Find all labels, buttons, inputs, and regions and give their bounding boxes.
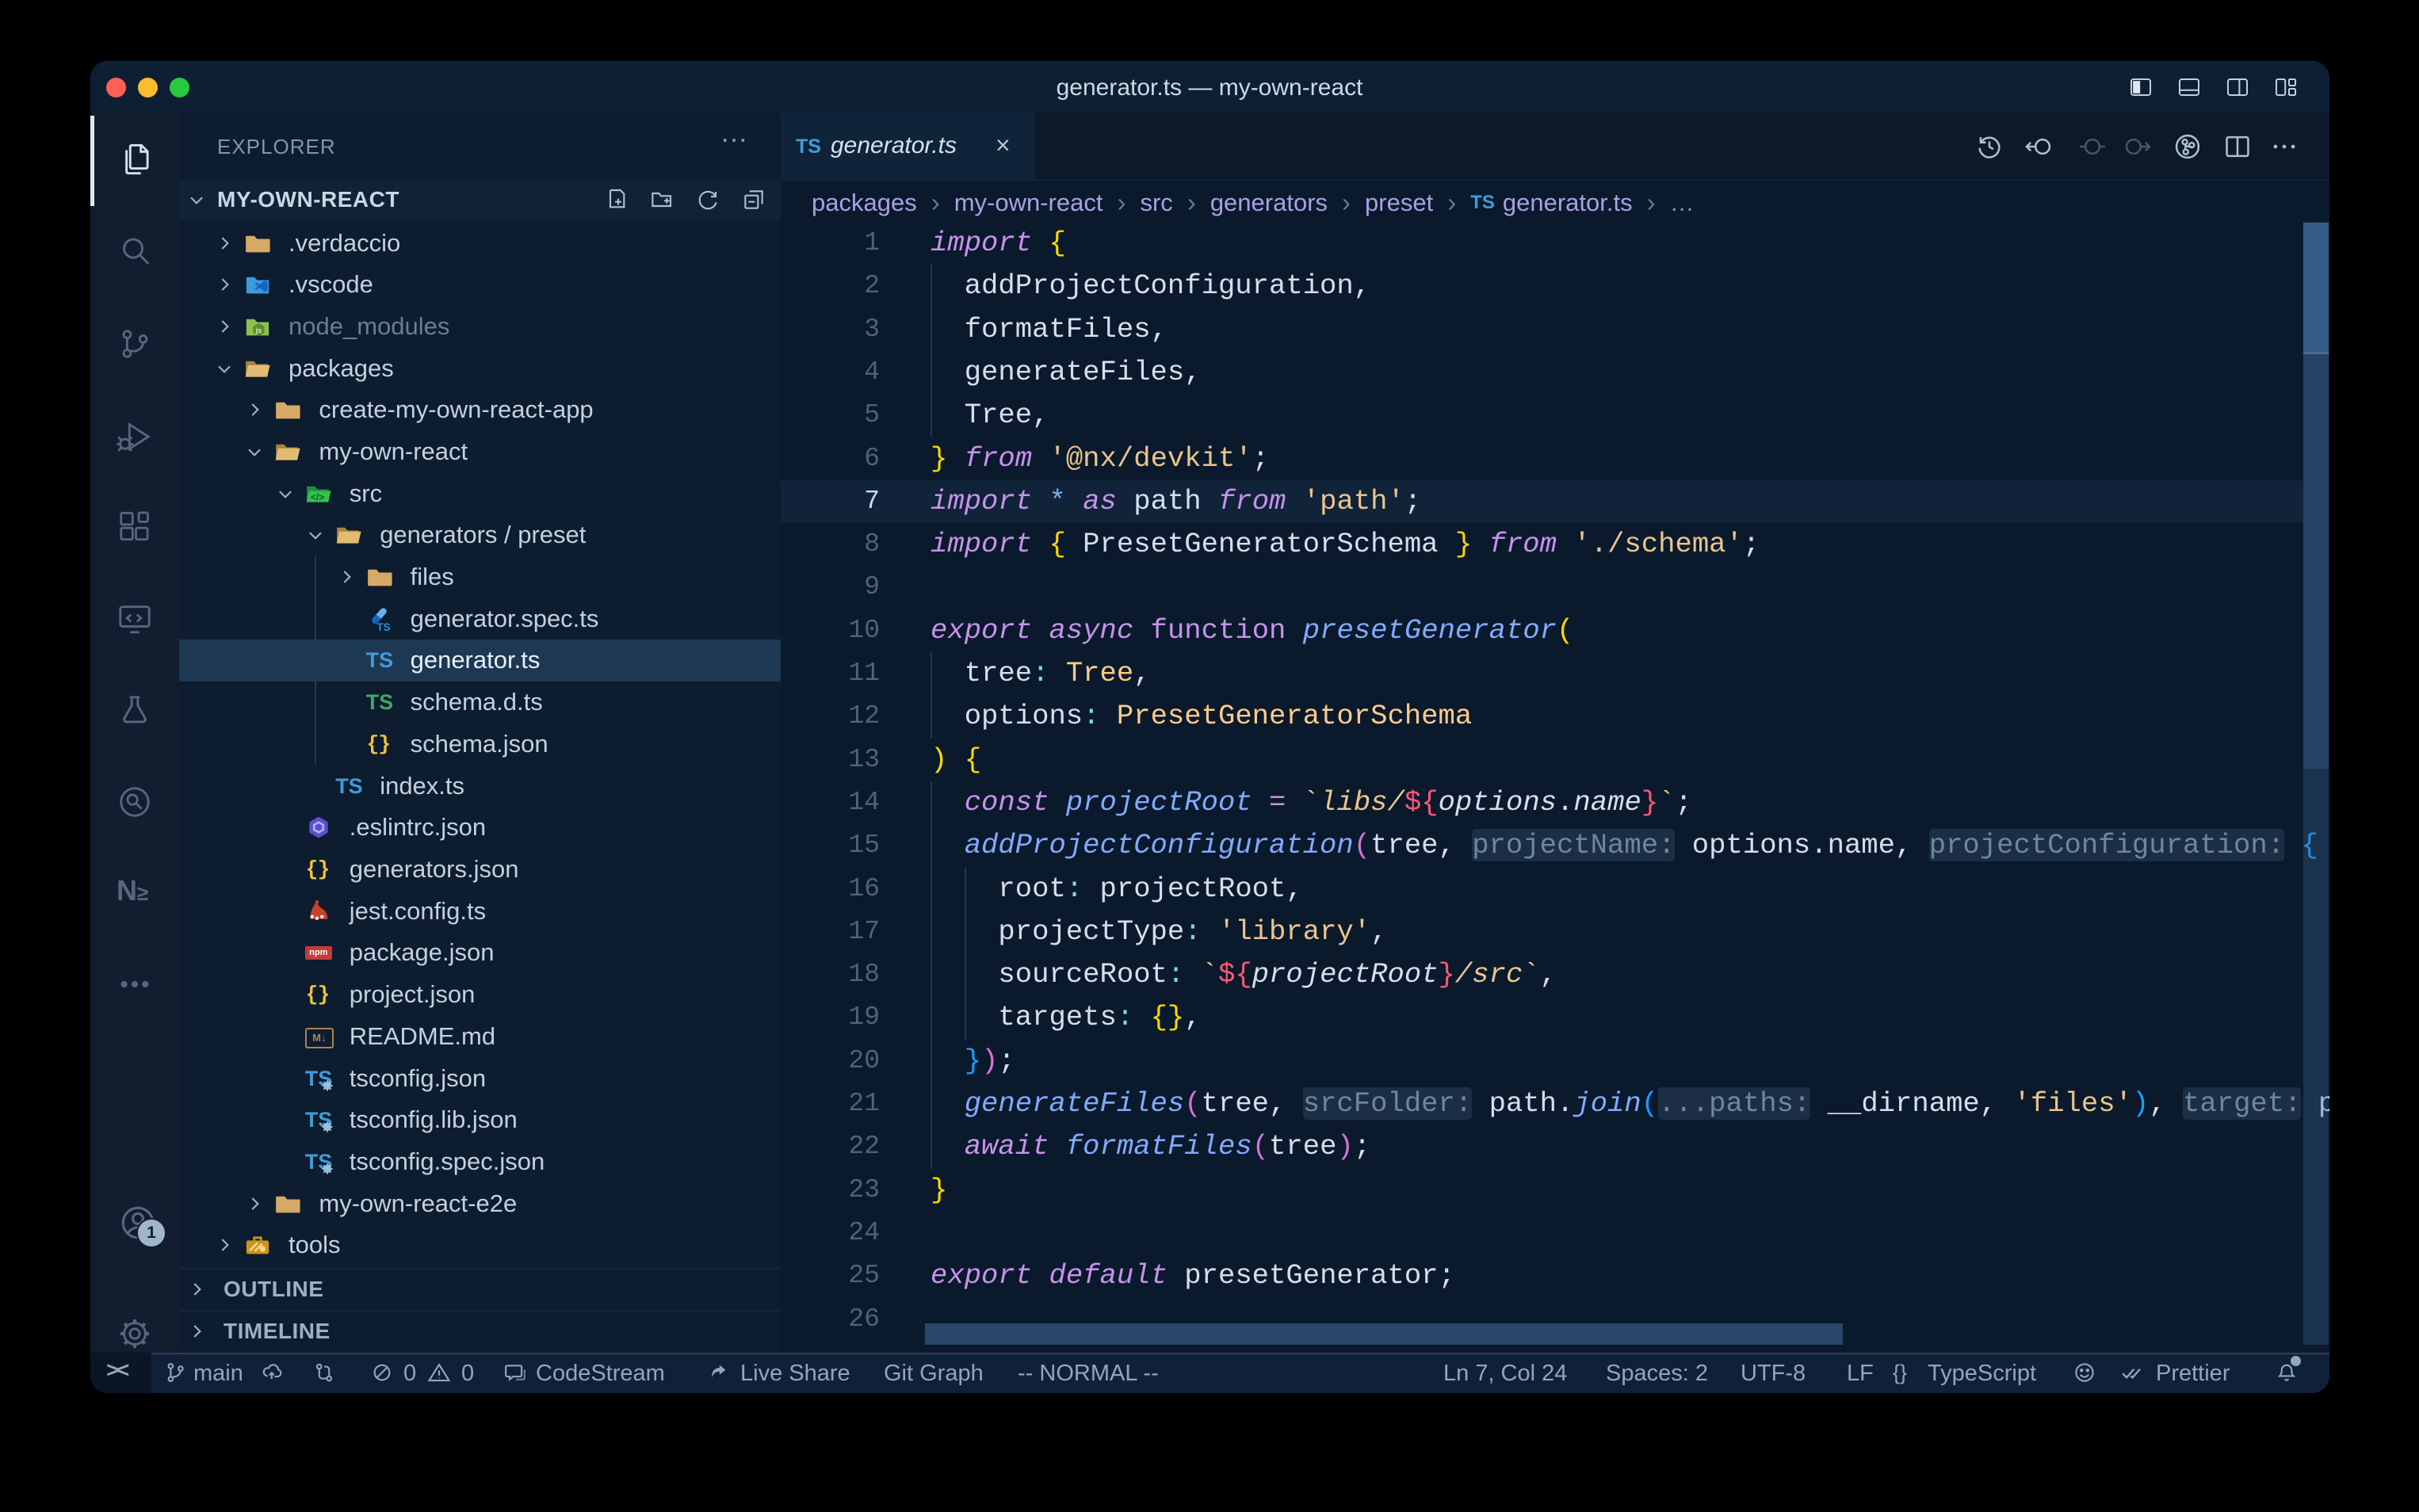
svg-text:</>: </> <box>311 492 324 503</box>
svg-text:js: js <box>255 326 262 334</box>
svg-text:TS: TS <box>376 621 390 632</box>
